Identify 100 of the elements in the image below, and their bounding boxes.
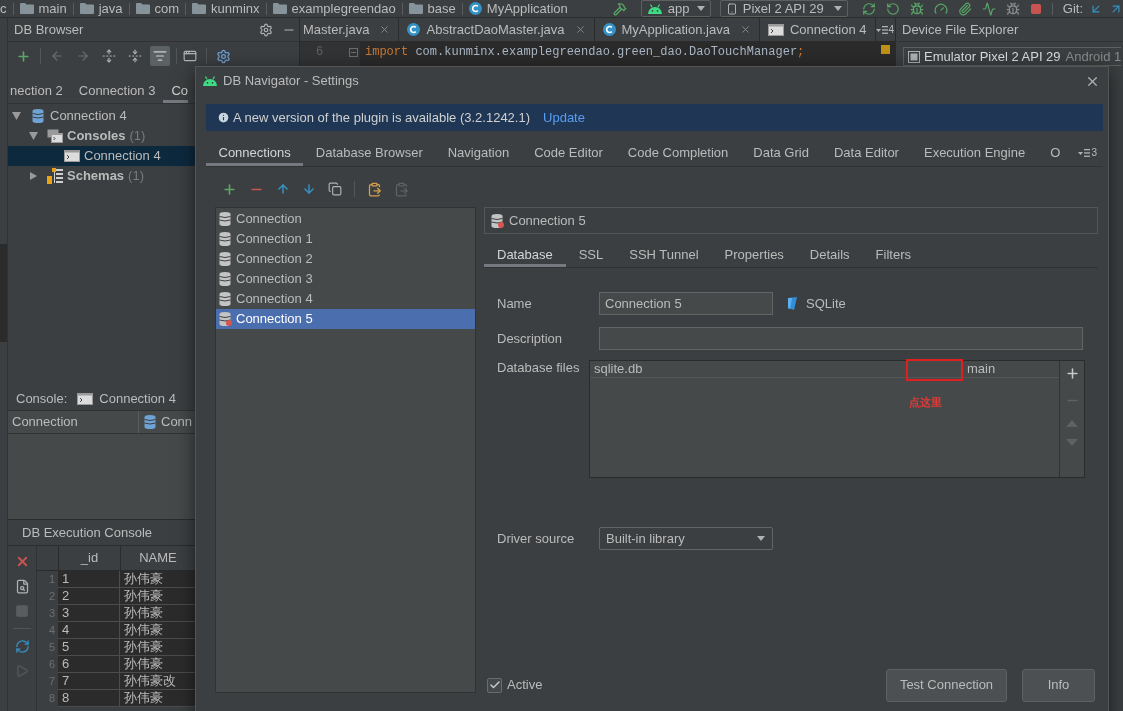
- connection-item[interactable]: Connection 1: [216, 229, 475, 249]
- window-icon[interactable]: [183, 49, 197, 63]
- gauge-icon[interactable]: [933, 1, 948, 16]
- attach-icon[interactable]: [957, 1, 972, 16]
- column-header[interactable]: Conn: [139, 411, 195, 433]
- detail-tab[interactable]: Details: [796, 243, 863, 267]
- forward-icon[interactable]: [76, 49, 90, 63]
- arrow-up-icon[interactable]: [276, 182, 290, 196]
- rerun-icon[interactable]: [861, 1, 876, 16]
- caret-down-icon[interactable]: [12, 112, 21, 120]
- refresh-icon[interactable]: [14, 639, 30, 654]
- breadcrumb-item[interactable]: main: [19, 0, 67, 17]
- add-icon[interactable]: [222, 181, 237, 197]
- settings-icon[interactable]: [259, 22, 273, 37]
- rotate-icon[interactable]: [885, 1, 900, 16]
- run-configuration-dropdown[interactable]: app: [640, 0, 711, 17]
- document-search-icon[interactable]: [14, 579, 30, 594]
- tab-overflow-button[interactable]: 3: [1078, 139, 1097, 166]
- hammer-icon[interactable]: [612, 1, 627, 16]
- arrow-down-icon[interactable]: [302, 182, 316, 196]
- connection-item[interactable]: Connection 3: [216, 269, 475, 289]
- table-cell: 1: [58, 571, 120, 588]
- caret-down-icon[interactable]: [29, 132, 38, 140]
- paste-icon[interactable]: [367, 181, 382, 197]
- description-field[interactable]: [599, 327, 1083, 350]
- detail-tab[interactable]: Database: [484, 243, 566, 267]
- detail-tab[interactable]: SSH Tunnel: [616, 243, 712, 267]
- add-icon[interactable]: [1064, 366, 1080, 381]
- breadcrumb-item[interactable]: MyApplication: [468, 0, 568, 17]
- tree-item[interactable]: Schemas (1): [8, 166, 195, 186]
- close-icon[interactable]: [379, 24, 391, 35]
- settings-tab[interactable]: Connections: [206, 139, 304, 166]
- close-icon[interactable]: [739, 24, 751, 35]
- device-dropdown[interactable]: Pixel 2 API 29: [719, 0, 848, 17]
- breadcrumb-item[interactable]: c: [0, 0, 7, 17]
- detail-tab[interactable]: Filters: [862, 243, 924, 267]
- name-field[interactable]: Connection 5: [599, 292, 773, 315]
- dialog-button[interactable]: Info: [1022, 668, 1095, 702]
- active-checkbox[interactable]: [487, 677, 502, 693]
- folder-icon: [272, 3, 287, 14]
- tab-overflow-button[interactable]: 4: [875, 18, 895, 41]
- connection-item[interactable]: Connection 5: [216, 309, 475, 329]
- add-icon[interactable]: [16, 48, 31, 64]
- detail-tab[interactable]: Properties: [711, 243, 797, 267]
- dialog-button[interactable]: Test Connection: [886, 668, 1007, 702]
- settings-tab[interactable]: Data Editor: [821, 139, 912, 166]
- back-icon[interactable]: [50, 49, 64, 63]
- activity-icon[interactable]: [981, 1, 996, 16]
- connection-item[interactable]: Connection 4: [216, 289, 475, 309]
- editor-tab[interactable]: Connection 4: [759, 18, 876, 41]
- settings-tab[interactable]: O: [1037, 139, 1073, 166]
- device-selector[interactable]: Emulator Pixel 2 API 29 Android 1: [903, 47, 1122, 66]
- column-header[interactable]: Connection: [8, 411, 139, 433]
- settings-tab[interactable]: Data Grid: [740, 139, 822, 166]
- filter-icon: [153, 49, 167, 63]
- table-cell: 孙伟豪: [120, 690, 195, 707]
- tree-item[interactable]: Connection 4: [8, 146, 195, 166]
- breadcrumb-item[interactable]: java: [79, 0, 123, 17]
- expand-all-icon[interactable]: [102, 49, 116, 63]
- truncated-tab[interactable]: Co: [163, 78, 188, 103]
- connection-item[interactable]: Connection 2: [216, 249, 475, 269]
- panel-title: Device File Explorer: [902, 20, 1019, 39]
- editor-tab[interactable]: Master.java: [300, 18, 400, 41]
- settings-tab[interactable]: Code Editor: [521, 139, 616, 166]
- bug-icon[interactable]: [1005, 1, 1020, 16]
- settings-tab[interactable]: Code Completion: [615, 139, 741, 166]
- caret-right-icon[interactable]: [29, 172, 38, 180]
- field-label: Database files: [497, 360, 581, 375]
- database-icon: [219, 272, 232, 286]
- editor-tab[interactable]: MyApplication.java: [594, 18, 760, 41]
- caret-icon: [696, 6, 705, 11]
- breadcrumb-item[interactable]: examplegreendao: [272, 0, 396, 17]
- tree-item[interactable]: Connection 4: [8, 106, 195, 126]
- bug-icon[interactable]: [909, 1, 924, 16]
- warning-marker-icon[interactable]: [881, 45, 890, 54]
- column-header[interactable]: _id: [58, 546, 120, 570]
- table-cell: 孙伟豪: [120, 571, 195, 588]
- breadcrumb-item[interactable]: com: [135, 0, 180, 17]
- breadcrumb-item[interactable]: base: [408, 0, 456, 17]
- breadcrumb-item[interactable]: kunminx: [192, 0, 260, 17]
- copy-icon[interactable]: [328, 182, 342, 196]
- truncated-tab[interactable]: nection 2: [8, 78, 71, 103]
- filter-button[interactable]: [150, 46, 170, 66]
- close-icon[interactable]: [574, 24, 586, 35]
- settings-tab[interactable]: Navigation: [435, 139, 522, 166]
- driver-source-dropdown[interactable]: Built-in library: [599, 527, 773, 550]
- collapse-all-icon[interactable]: [128, 49, 142, 63]
- settings-icon[interactable]: [216, 48, 231, 64]
- fold-icon[interactable]: [349, 48, 358, 57]
- connection-item[interactable]: Connection: [216, 209, 475, 229]
- settings-tab[interactable]: Database Browser: [303, 139, 436, 166]
- connection-tab[interactable]: Connection 3: [70, 78, 164, 103]
- stop-icon[interactable]: [1029, 2, 1042, 15]
- settings-tab[interactable]: Execution Engine: [911, 139, 1038, 166]
- tree-item[interactable]: Consoles (1): [8, 126, 195, 146]
- detail-tab[interactable]: SSL: [565, 243, 617, 267]
- console-selector[interactable]: Connection 4: [77, 389, 176, 409]
- class-icon: [468, 2, 482, 15]
- update-link[interactable]: Update: [543, 107, 585, 128]
- editor-tab[interactable]: AbstractDaoMaster.java: [399, 18, 595, 41]
